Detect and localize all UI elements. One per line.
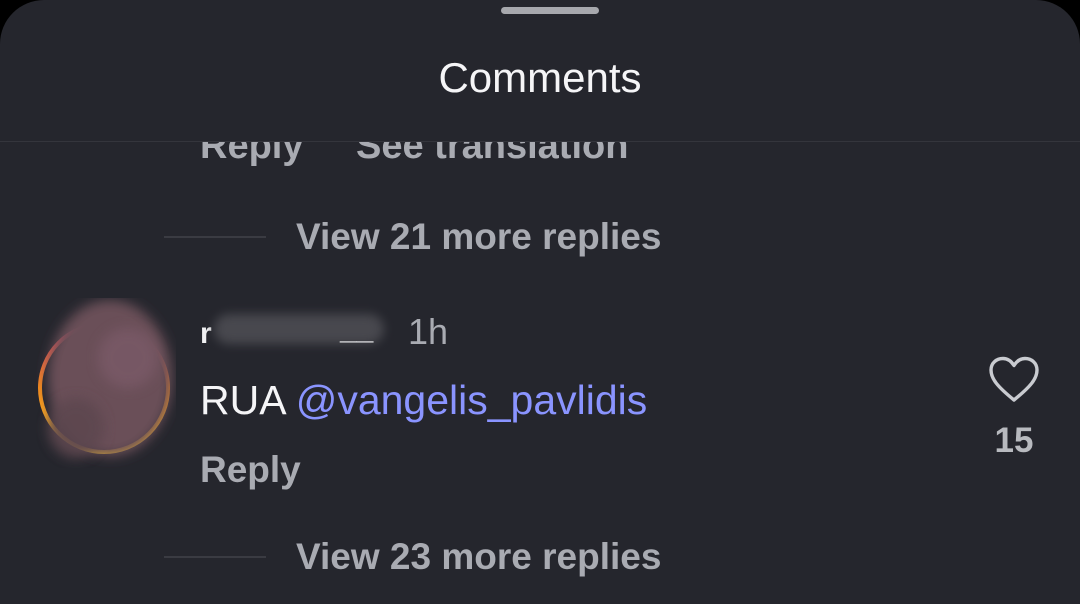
see-translation-button[interactable]: See translation (356, 142, 628, 168)
avatar[interactable] (36, 298, 176, 468)
replies-divider-line (164, 236, 266, 238)
like-count: 15 (994, 421, 1034, 460)
previous-reply-button[interactable]: Reply (200, 142, 303, 168)
comment-text: RUA @vangelis_pavlidis (200, 374, 647, 426)
reply-button[interactable]: Reply (200, 448, 301, 492)
username-tail: __ (340, 313, 374, 346)
view-more-replies-button[interactable]: View 23 more replies (296, 535, 661, 579)
drag-handle[interactable] (501, 7, 599, 14)
comment-body: RUA (200, 377, 296, 423)
view-more-replies-button[interactable]: View 21 more replies (296, 215, 661, 259)
mention-link[interactable]: @vangelis_pavlidis (296, 377, 648, 423)
comments-sheet: Comments Reply See translation View 21 m… (0, 0, 1080, 604)
heart-outline-icon[interactable] (988, 356, 1040, 404)
username[interactable]: r (200, 314, 212, 354)
comments-list[interactable]: Reply See translation View 21 more repli… (0, 142, 1080, 604)
sheet-title: Comments (438, 54, 642, 101)
comment-time: 1h (408, 311, 449, 352)
replies-divider-line (164, 556, 266, 558)
